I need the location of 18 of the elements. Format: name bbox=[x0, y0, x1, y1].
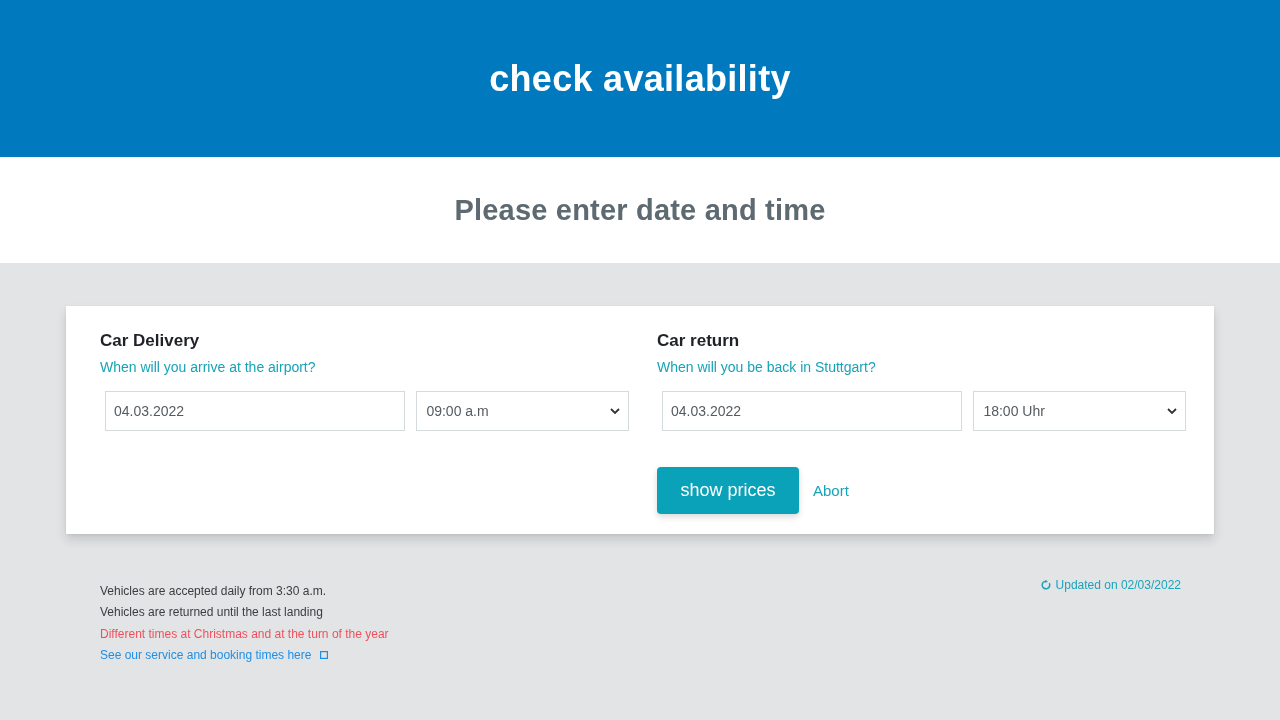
page-title: check availability bbox=[489, 57, 791, 100]
info-note: Vehicles are returned until the last landing bbox=[100, 605, 323, 620]
square-icon bbox=[320, 651, 329, 660]
info-note: Vehicles are accepted daily from 3:30 a.m. bbox=[100, 583, 327, 598]
section-heading: Car Delivery bbox=[100, 330, 201, 352]
time-select[interactable]: 09:00 a.m bbox=[416, 391, 629, 431]
date-field[interactable]: 04.03.2022 bbox=[105, 391, 406, 431]
chevron-down-icon bbox=[610, 408, 620, 414]
section-question: When will you be back in Stuttgart? bbox=[657, 358, 877, 377]
section-question: When will you arrive at the airport? bbox=[100, 358, 317, 377]
date-field[interactable]: 04.03.2022 bbox=[662, 391, 963, 431]
page-subtitle: Please enter date and time bbox=[454, 193, 826, 227]
warning-note: Different times at Christmas and at the turn of the year bbox=[100, 626, 389, 641]
refresh-icon bbox=[1040, 580, 1051, 590]
chevron-down-icon bbox=[1167, 408, 1177, 414]
section-heading: Car return bbox=[657, 330, 741, 352]
time-select[interactable]: 18:00 Uhr bbox=[973, 391, 1186, 431]
updated-date: Updated on 02/03/2022 bbox=[1055, 578, 1181, 592]
